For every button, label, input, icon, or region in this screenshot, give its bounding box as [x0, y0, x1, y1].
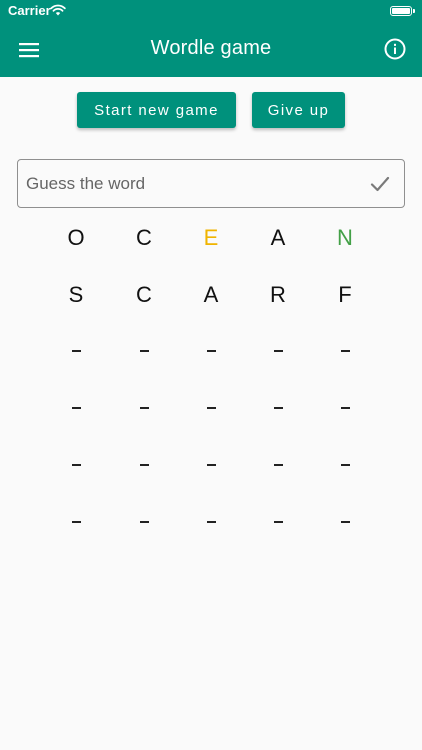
- letter-cell: O: [67, 225, 85, 250]
- empty-letter-slot: [341, 521, 350, 523]
- empty-letter-slot: [207, 350, 216, 352]
- guess-field: [17, 159, 405, 208]
- letter-cell: C: [136, 225, 152, 250]
- empty-letter-slot: [207, 407, 216, 409]
- wordle-app: Carrier Wordle game Start new game Give …: [0, 0, 422, 750]
- letter-cell: E: [203, 225, 219, 250]
- letter-cell: S: [68, 282, 84, 307]
- letter-cell: N: [337, 225, 353, 250]
- top-bar: Carrier Wordle game: [0, 0, 422, 77]
- empty-letter-slot: [207, 521, 216, 523]
- start-new-game-button[interactable]: Start new game: [77, 92, 236, 128]
- guess-input[interactable]: [26, 160, 356, 207]
- empty-letter-slot: [274, 407, 283, 409]
- battery-icon: [390, 6, 415, 16]
- empty-letter-slot: [274, 464, 283, 466]
- info-circle-icon: [384, 38, 406, 60]
- empty-letter-slot: [140, 407, 149, 409]
- letter-cell: R: [270, 282, 286, 307]
- page-title: Wordle game: [150, 37, 272, 59]
- letter-cell: A: [203, 282, 219, 307]
- empty-letter-slot: [341, 464, 350, 466]
- letter-cell: F: [338, 282, 352, 307]
- empty-letter-slot: [341, 350, 350, 352]
- empty-letter-slot: [140, 350, 149, 352]
- empty-letter-slot: [274, 521, 283, 523]
- empty-letter-slot: [207, 464, 216, 466]
- give-up-button[interactable]: Give up: [252, 92, 345, 128]
- status-bar: Carrier: [0, 0, 422, 22]
- empty-letter-slot: [72, 350, 81, 352]
- letter-cell: C: [136, 282, 152, 307]
- checkmark-icon[interactable]: [368, 172, 392, 196]
- empty-letter-slot: [140, 521, 149, 523]
- letter-cell: A: [270, 225, 286, 250]
- empty-letter-slot: [72, 407, 81, 409]
- empty-letter-slot: [72, 521, 81, 523]
- empty-letter-slot: [341, 407, 350, 409]
- empty-letter-slot: [140, 464, 149, 466]
- app-bar: Wordle game: [0, 22, 422, 77]
- info-button[interactable]: [380, 34, 410, 64]
- empty-letter-slot: [72, 464, 81, 466]
- carrier-label: Carrier: [8, 3, 51, 18]
- wifi-icon: [50, 4, 66, 16]
- empty-letter-slot: [274, 350, 283, 352]
